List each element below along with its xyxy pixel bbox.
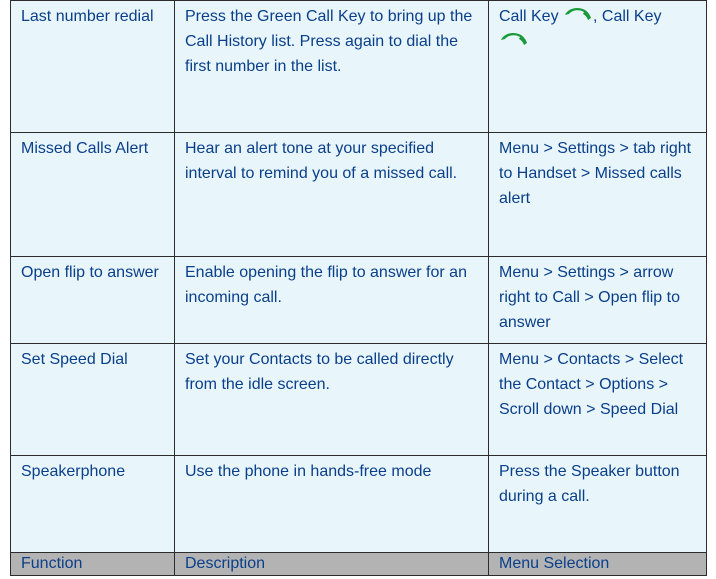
menu-text: , Call Key bbox=[593, 8, 662, 25]
header-function: Function bbox=[10, 552, 175, 576]
function-cell: Speakerphone bbox=[10, 455, 175, 553]
menu-selection-cell: Menu > Settings > tab right to Handset >… bbox=[488, 132, 707, 257]
header-menu-selection: Menu Selection bbox=[488, 552, 707, 576]
green-call-key-icon bbox=[565, 7, 592, 20]
menu-text: Call Key bbox=[499, 8, 559, 25]
table-row-set-speed-dial: Set Speed Dial Set your Contacts to be c… bbox=[10, 343, 707, 456]
function-cell: Open flip to answer bbox=[10, 256, 175, 344]
table-row-open-flip-to-answer: Open flip to answer Enable opening the f… bbox=[10, 256, 707, 344]
green-call-key-icon bbox=[501, 32, 527, 45]
table-row-speakerphone: Speakerphone Use the phone in hands-free… bbox=[10, 455, 707, 553]
function-cell: Missed Calls Alert bbox=[10, 132, 175, 257]
description-cell: Enable opening the flip to answer for an… bbox=[174, 256, 489, 344]
table-row-last-number-redial: Last number redial Press the Green Call … bbox=[10, 0, 707, 133]
description-cell: Set your Contacts to be called directly … bbox=[174, 343, 489, 456]
menu-selection-cell: Call Key , Call Key bbox=[488, 0, 707, 133]
table-row-missed-calls-alert: Missed Calls Alert Hear an alert tone at… bbox=[10, 132, 707, 257]
menu-selection-cell: Menu > Contacts > Select the Contact > O… bbox=[488, 343, 707, 456]
description-cell: Use the phone in hands-free mode bbox=[174, 455, 489, 553]
phone-features-table: Last number redial Press the Green Call … bbox=[10, 0, 707, 576]
header-description: Description bbox=[174, 552, 489, 576]
menu-selection-cell: Press the Speaker button during a call. bbox=[488, 455, 707, 553]
description-cell: Press the Green Call Key to bring up the… bbox=[174, 0, 489, 133]
table-header-row: Function Description Menu Selection bbox=[10, 552, 707, 576]
function-cell: Set Speed Dial bbox=[10, 343, 175, 456]
description-cell: Hear an alert tone at your specified int… bbox=[174, 132, 489, 257]
function-cell: Last number redial bbox=[10, 0, 175, 133]
menu-selection-cell: Menu > Settings > arrow right to Call > … bbox=[488, 256, 707, 344]
